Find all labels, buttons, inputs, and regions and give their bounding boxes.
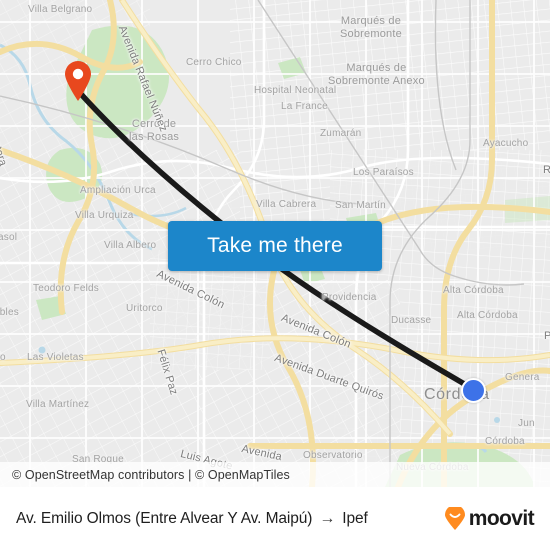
attribution-text: © OpenStreetMap contributors | © OpenMap… xyxy=(12,467,290,482)
arrow-right-icon: → xyxy=(319,509,336,527)
moovit-pin-icon xyxy=(444,506,465,530)
footer-bar: Av. Emilio Olmos (Entre Alvear Y Av. Mai… xyxy=(0,487,550,550)
route-destination: Ipef xyxy=(342,509,368,527)
origin-pin-icon[interactable] xyxy=(63,60,93,102)
map-canvas[interactable]: Villa Belgrano Cerro Chico Marqués de Sobr… xyxy=(0,0,550,487)
destination-dot-icon[interactable] xyxy=(461,378,486,403)
take-me-there-button[interactable]: Take me there xyxy=(168,221,382,271)
route-origin: Av. Emilio Olmos (Entre Alvear Y Av. Mai… xyxy=(16,509,313,527)
moovit-route-card: Villa Belgrano Cerro Chico Marqués de Sobr… xyxy=(0,0,550,550)
route-summary: Av. Emilio Olmos (Entre Alvear Y Av. Mai… xyxy=(16,510,444,528)
map-attribution: © OpenStreetMap contributors | © OpenMap… xyxy=(0,462,550,487)
moovit-wordmark: moovit xyxy=(468,506,535,530)
moovit-logo[interactable]: moovit xyxy=(444,506,535,531)
